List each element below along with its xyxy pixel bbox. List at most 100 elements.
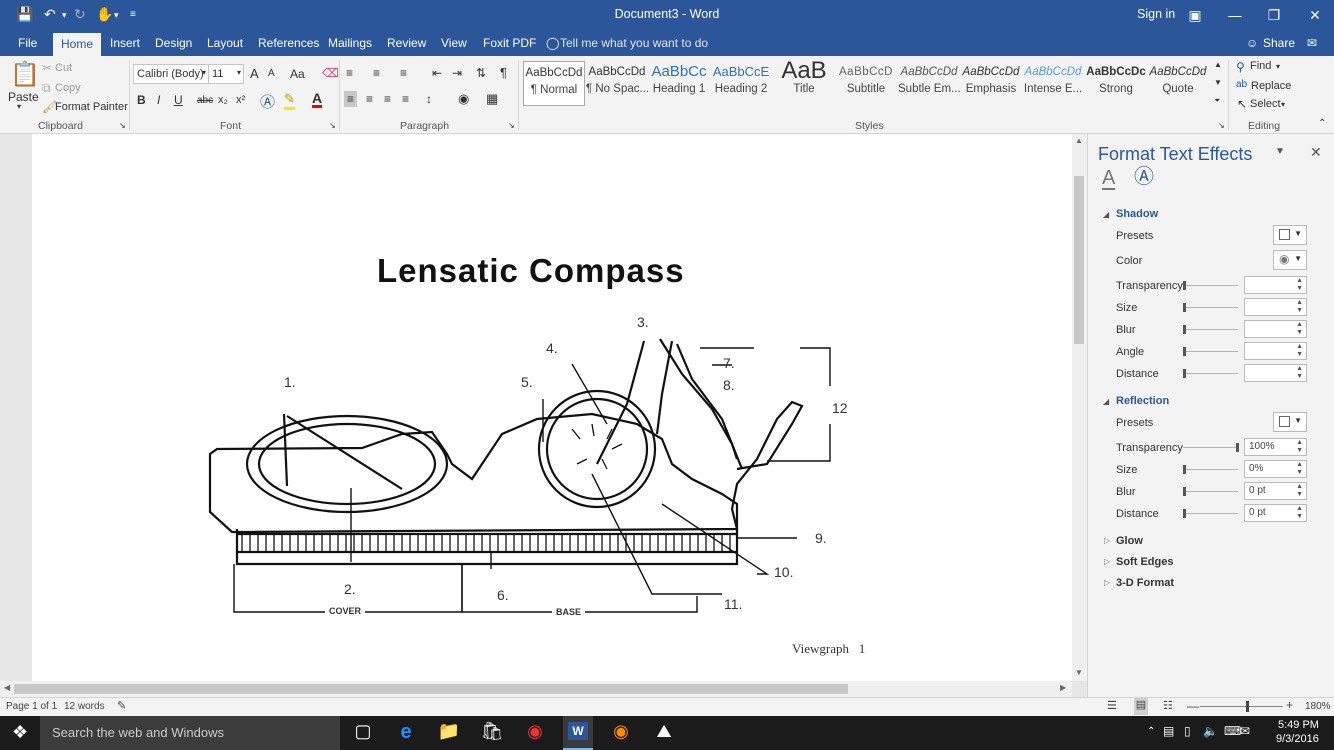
font-color-icon[interactable]: A [312, 91, 323, 108]
read-mode-icon[interactable]: ☰ [1107, 699, 1117, 712]
text-effects-tab-icon[interactable]: Ⓐ [1134, 167, 1154, 187]
reflection-blur-spinner[interactable]: 0 pt ▲ ▼ [1244, 482, 1307, 500]
tab-home[interactable]: Home [53, 33, 101, 56]
shadow-color-dropdown[interactable]: ◉ ▼ [1273, 250, 1307, 270]
comments-icon[interactable]: ✉ [1307, 36, 1317, 50]
multilevel-list-icon[interactable]: ≡ [400, 66, 407, 80]
soft-edges-header[interactable]: Soft Edges [1116, 556, 1173, 568]
bullets-icon[interactable]: ≡ [346, 66, 353, 80]
reflection-distance-slider[interactable] [1183, 509, 1238, 518]
line-spacing-icon[interactable]: ↕ [426, 92, 432, 106]
copy-button[interactable]: Copy [55, 82, 81, 94]
tab-foxit-pdf[interactable]: Foxit PDF [483, 36, 536, 50]
style-subtle-emphasis[interactable]: AaBbCcDd Subtle Em... [898, 61, 960, 106]
zoom-in-icon[interactable]: + [1286, 698, 1293, 712]
keyboard-icon[interactable]: ⌨ [1224, 724, 1241, 738]
word-taskbar-icon[interactable]: W [563, 716, 593, 750]
cut-button[interactable]: Cut [55, 62, 72, 74]
soft-edges-expand-icon[interactable]: ▷ [1104, 557, 1110, 566]
subscript-button[interactable]: x₂ [218, 94, 228, 106]
numbering-icon[interactable]: ≡ [373, 66, 380, 80]
find-button[interactable]: Find [1250, 60, 1271, 72]
change-case-button[interactable]: Aa [290, 67, 305, 81]
share-button[interactable]: Share [1263, 36, 1295, 50]
reflection-size-slider[interactable] [1183, 465, 1238, 474]
task-view-icon[interactable]: ▢ [350, 721, 376, 745]
tab-mailings[interactable]: Mailings [328, 36, 372, 50]
font-launcher-icon[interactable]: ↘ [329, 121, 336, 130]
web-layout-icon[interactable]: ☷ [1163, 699, 1173, 712]
font-size-combo[interactable]: 11 ▾ [208, 64, 244, 84]
increase-indent-icon[interactable]: ⇥ [452, 66, 462, 80]
shadow-presets-dropdown[interactable]: ▼ [1273, 225, 1307, 245]
shadow-size-spinner[interactable]: ▲ ▼ [1244, 298, 1307, 316]
proofing-icon[interactable]: ✎ [117, 699, 126, 712]
styles-scroll-down-icon[interactable]: ▼ [1214, 78, 1222, 87]
format-painter-button[interactable]: Format Painter [55, 101, 128, 113]
windows-start-icon[interactable]: ❖ [12, 722, 28, 743]
reflection-transparency-slider[interactable] [1183, 443, 1239, 452]
select-dropdown-icon[interactable]: ▾ [1281, 100, 1285, 109]
tell-me-input[interactable]: Tell me what you want to do [560, 36, 708, 50]
style-heading-1[interactable]: AaBbCc Heading 1 [648, 61, 710, 106]
shrink-font-button[interactable]: A [268, 68, 275, 79]
style-quote[interactable]: AaBbCcDd Quote [1147, 61, 1209, 106]
text-effects-icon[interactable]: Ⓐ [260, 91, 275, 112]
ribbon-display-options-icon[interactable]: ▣ [1180, 4, 1210, 26]
sign-in-link[interactable]: Sign in [1137, 7, 1175, 21]
grow-font-button[interactable]: A [250, 66, 259, 81]
sort-icon[interactable]: ⇅ [476, 66, 486, 80]
3d-format-expand-icon[interactable]: ▷ [1104, 578, 1110, 587]
styles-scroll-up-icon[interactable]: ▲ [1214, 60, 1222, 69]
tab-insert[interactable]: Insert [110, 36, 140, 50]
style-no-spacing[interactable]: AaBbCcDd ¶ No Spac... [586, 61, 648, 106]
shadow-angle-slider[interactable] [1183, 347, 1238, 356]
tab-review[interactable]: Review [387, 36, 426, 50]
paste-button[interactable]: Paste [8, 90, 39, 104]
borders-icon[interactable]: ▦ [486, 91, 498, 107]
horizontal-scrollbar[interactable]: ◀ ▶ [0, 681, 1072, 697]
maximize-icon[interactable]: ❐ [1259, 4, 1289, 26]
reflection-distance-spinner[interactable]: 0 pt ▲ ▼ [1244, 504, 1307, 522]
style-title[interactable]: AaB Title [773, 61, 835, 106]
pane-close-icon[interactable]: ✕ [1310, 144, 1322, 161]
tab-references[interactable]: References [258, 36, 319, 50]
zoom-level[interactable]: 180% [1305, 701, 1331, 712]
align-center-icon[interactable]: ≡ [366, 92, 373, 106]
tab-design[interactable]: Design [155, 36, 192, 50]
vertical-scroll-thumb[interactable] [1074, 176, 1084, 344]
reflection-collapse-icon[interactable]: ◢ [1103, 397, 1109, 406]
tab-layout[interactable]: Layout [207, 36, 243, 50]
page-count[interactable]: Page 1 of 1 [6, 701, 57, 712]
paste-dropdown-icon[interactable]: ▾ [17, 102, 21, 111]
replace-button[interactable]: Replace [1251, 80, 1291, 92]
shading-icon[interactable]: ◉ [458, 91, 469, 107]
zoom-slider[interactable] [1200, 701, 1282, 712]
reflection-size-spinner[interactable]: 0% ▲ ▼ [1244, 460, 1307, 478]
style-strong[interactable]: AaBbCcDc Strong [1085, 61, 1147, 106]
paragraph-launcher-icon[interactable]: ↘ [508, 121, 515, 130]
word-count[interactable]: 12 words [64, 701, 105, 712]
print-layout-icon[interactable]: ▤ [1134, 698, 1148, 715]
align-left-icon[interactable]: ≡ [344, 91, 358, 107]
edge-icon[interactable]: e [393, 721, 419, 745]
glow-expand-icon[interactable]: ▷ [1104, 536, 1110, 545]
shadow-angle-spinner[interactable]: ▲ ▼ [1244, 342, 1307, 360]
bold-button[interactable]: B [137, 93, 146, 107]
highlight-icon[interactable]: ✎ [284, 91, 295, 110]
media-app-icon[interactable]: ◉ [522, 721, 548, 745]
document-page[interactable]: Lensatic Compass 1. 2. 3. 4. 5. 6. 7. 8.… [32, 134, 1072, 681]
underline-button[interactable]: U [174, 93, 183, 107]
styles-launcher-icon[interactable]: ↘ [1218, 121, 1225, 130]
clear-formatting-icon[interactable]: ⌫ [322, 66, 339, 80]
shadow-transparency-slider[interactable] [1183, 281, 1238, 290]
font-name-combo[interactable]: Calibri (Body) ▾ [133, 64, 209, 84]
scroll-up-icon[interactable]: ▲ [1075, 136, 1083, 145]
reflection-blur-slider[interactable] [1183, 487, 1238, 496]
styles-more-icon[interactable]: ⏷ [1214, 96, 1220, 106]
shadow-size-slider[interactable] [1183, 303, 1238, 312]
scroll-down-icon[interactable]: ▼ [1075, 668, 1083, 677]
shadow-distance-slider[interactable] [1183, 369, 1238, 378]
horizontal-scroll-thumb[interactable] [14, 684, 848, 694]
shadow-transparency-spinner[interactable]: ▲ ▼ [1244, 276, 1307, 294]
